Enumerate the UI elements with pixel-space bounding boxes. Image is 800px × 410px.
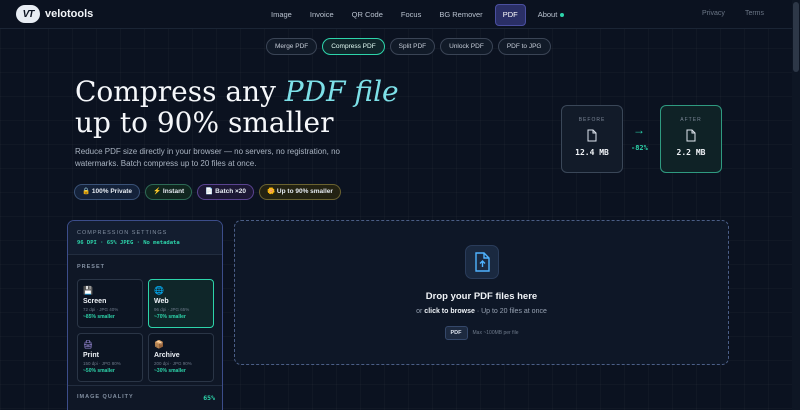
image-quality-row: IMAGE QUALITY 65% [68,385,222,410]
preset-savings: ~50% smaller [83,368,115,374]
printer-icon: 🖨 [83,340,94,349]
image-quality-value: 65% [203,394,215,402]
badge-instant: ⚡ Instant [145,184,193,200]
tab-pdf-to-jpg[interactable]: PDF to JPG [497,38,551,55]
after-label: AFTER [680,117,702,123]
nav-link-pdf[interactable]: PDF [494,4,526,26]
preset-spec: 96 dpi · JPG 65% [154,307,190,312]
preset-spec: 150 dpi · JPG 80% [83,361,121,366]
logo-text: velotools [45,8,94,20]
tab-merge-pdf[interactable]: Merge PDF [266,38,318,55]
after-size: 2.2 MB [676,148,706,157]
preset-spec: 200 dpi · JPG 90% [154,361,192,366]
preset-spec: 72 dpi · JPG 40% [83,307,119,312]
preset-label: PRESET [77,264,106,270]
logo[interactable]: VT velotools [16,5,93,23]
title-prefix: Compress any [75,75,285,108]
nav-link-about-label: About [537,10,558,19]
title-emphasis: PDF file [284,75,399,108]
scrollbar-thumb[interactable] [793,2,799,72]
badge-smaller: 🌼 Up to 90% smaller [259,184,341,200]
nav-link-bg-remover[interactable]: BG Remover [430,5,491,25]
nav-link-invoice[interactable]: Invoice [301,5,343,25]
upload-icon-box [465,245,499,279]
hero-description: Reduce PDF size directly in your browser… [75,147,340,168]
before-size: 12.4 MB [575,148,609,157]
page-title: Compress any PDF file up to 90% smaller [75,76,495,138]
settings-title: COMPRESSION SETTINGS [77,230,168,236]
preset-name: Archive [154,352,180,359]
image-quality-label: IMAGE QUALITY [77,394,134,400]
before-label: BEFORE [578,117,606,123]
preset-name: Print [83,352,99,359]
feature-badges: 🔒 100% Private ⚡ Instant 📄 Batch ×20 🌼 U… [74,184,341,200]
logo-mark: VT [16,5,40,23]
settings-summary: 96 DPI · 65% JPEG · No metadata [77,240,180,246]
nav-link-about[interactable]: About [529,5,574,25]
dropzone-meta: PDF Max ~100MB per file [235,326,728,340]
badge-batch: 📄 Batch ×20 [197,184,255,200]
preset-name: Web [154,298,169,305]
nav-link-terms[interactable]: Terms [745,4,764,24]
title-line-2: up to 90% smaller [75,106,334,139]
nav-right: Privacy Terms [702,4,764,24]
dropzone-sub-suffix: · Up to 20 files at once [474,308,547,315]
nav-link-qr-code[interactable]: QR Code [343,5,392,25]
preset-grid: 💾 Screen 72 dpi · JPG 40% ~85% smaller 🌐… [77,279,222,382]
before-card: BEFORE 12.4 MB [561,105,623,173]
max-size-note: Max ~100MB per file [472,330,519,336]
box-icon: 📦 [154,340,164,349]
tab-split-pdf[interactable]: Split PDF [389,38,436,55]
floppy-icon: 💾 [83,286,93,295]
browse-link[interactable]: click to browse [424,308,475,315]
globe-icon: 🌐 [154,286,164,295]
upload-file-icon [475,252,490,272]
preset-archive[interactable]: 📦 Archive 200 dpi · JPG 90% ~30% smaller [148,333,214,382]
preset-print[interactable]: 🖨 Print 150 dpi · JPG 80% ~50% smaller [77,333,143,382]
tab-unlock-pdf[interactable]: Unlock PDF [440,38,493,55]
dropzone-title: Drop your PDF files here [425,291,538,302]
file-dropzone[interactable]: Drop your PDF files here or click to bro… [234,220,729,365]
status-dot-icon [560,13,565,18]
top-nav: VT velotools Image Invoice QR Code Focus… [0,0,792,29]
dropzone-subtitle: or click to browse · Up to 20 files at o… [235,308,728,315]
preset-savings: ~85% smaller [83,314,115,320]
nav-link-image[interactable]: Image [262,5,301,25]
nav-links: Image Invoice QR Code Focus BG Remover P… [262,4,573,26]
preset-screen[interactable]: 💾 Screen 72 dpi · JPG 40% ~85% smaller [77,279,143,328]
compression-settings-panel: COMPRESSION SETTINGS 96 DPI · 65% JPEG ·… [67,220,223,410]
pdf-type-chip: PDF [444,326,468,340]
scrollbar[interactable] [792,0,800,410]
nav-link-privacy[interactable]: Privacy [702,4,725,24]
after-card: AFTER 2.2 MB [660,105,722,173]
reduction-percent: -82% [631,144,648,152]
badge-private: 🔒 100% Private [74,184,141,200]
preset-savings: ~70% smaller [154,314,186,320]
preset-name: Screen [83,298,107,305]
nav-link-focus[interactable]: Focus [392,5,430,25]
file-icon [686,129,696,142]
pdf-tool-tabs: Merge PDF Compress PDF Split PDF Unlock … [266,38,551,55]
arrow-right-icon: → [633,123,645,137]
preset-savings: ~30% smaller [154,368,186,374]
tab-compress-pdf[interactable]: Compress PDF [322,38,385,55]
preset-web[interactable]: 🌐 Web 96 dpi · JPG 65% ~70% smaller [148,279,214,328]
file-icon [587,129,597,142]
settings-header: COMPRESSION SETTINGS 96 DPI · 65% JPEG ·… [68,221,222,255]
